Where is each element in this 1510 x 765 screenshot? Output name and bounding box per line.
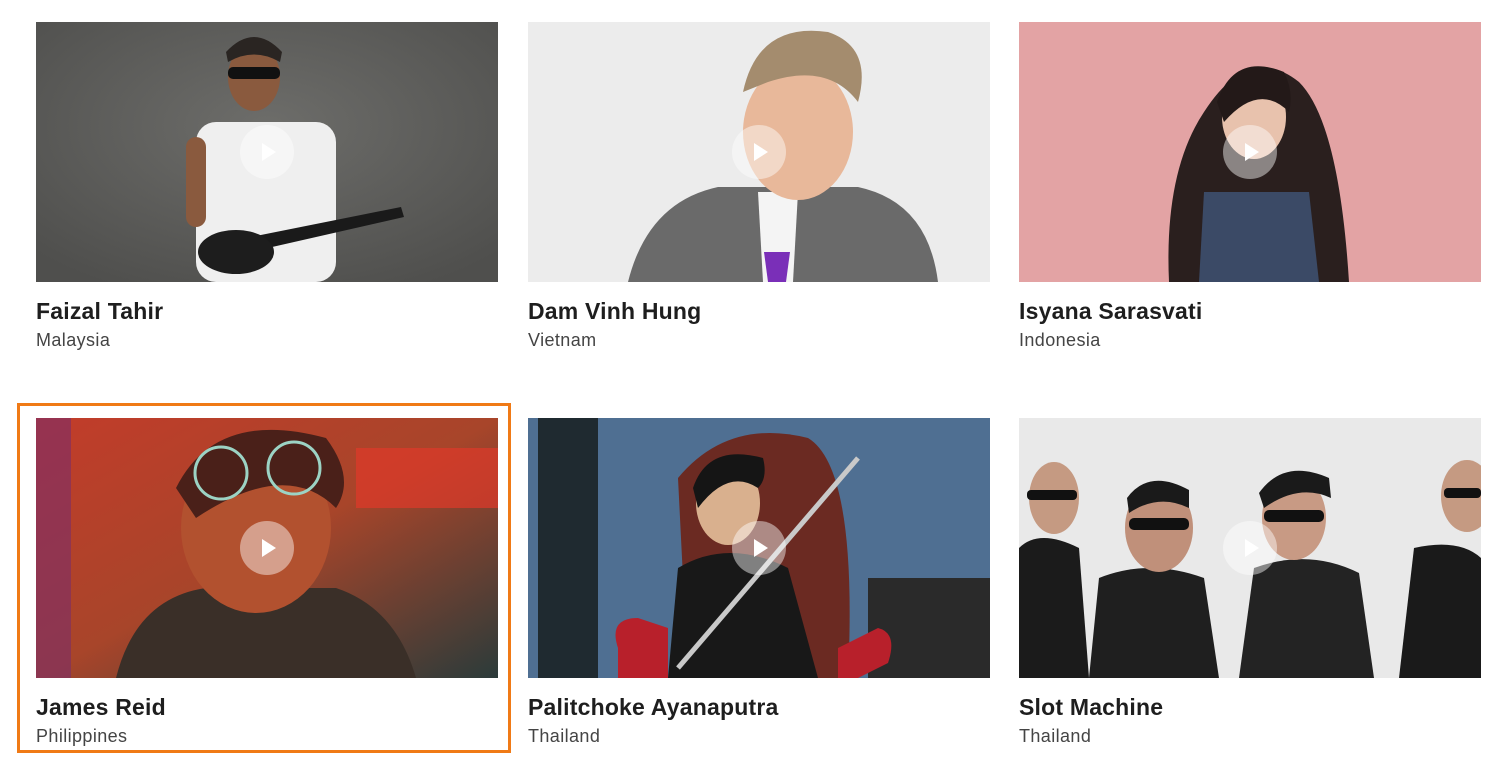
play-icon: [1245, 143, 1259, 161]
artist-card-isyana-sarasvati[interactable]: Isyana Sarasvati Indonesia: [1019, 22, 1481, 350]
artist-country: Vietnam: [528, 330, 597, 350]
artist-card-james-reid[interactable]: James Reid Philippines: [36, 418, 498, 746]
artist-thumbnail[interactable]: [36, 418, 498, 678]
artist-card-dam-vinh-hung[interactable]: Dam Vinh Hung Vietnam: [528, 22, 990, 350]
artist-name[interactable]: Dam Vinh Hung: [528, 298, 701, 325]
artist-name[interactable]: Faizal Tahir: [36, 298, 163, 325]
play-button[interactable]: [240, 125, 294, 179]
artist-name[interactable]: Palitchoke Ayanaputra: [528, 694, 778, 721]
artist-country: Thailand: [528, 726, 601, 746]
artist-country: Malaysia: [36, 330, 111, 350]
artist-card-palitchoke-ayanaputra[interactable]: Palitchoke Ayanaputra Thailand: [528, 418, 990, 746]
play-icon: [262, 539, 276, 557]
play-button[interactable]: [732, 125, 786, 179]
play-icon: [1245, 539, 1259, 557]
play-button[interactable]: [1223, 521, 1277, 575]
play-button[interactable]: [1223, 125, 1277, 179]
play-icon: [754, 539, 768, 557]
play-button[interactable]: [240, 521, 294, 575]
artist-name[interactable]: Isyana Sarasvati: [1019, 298, 1203, 325]
play-icon: [754, 143, 768, 161]
artist-country: Philippines: [36, 726, 128, 746]
play-icon: [262, 143, 276, 161]
artist-name[interactable]: James Reid: [36, 694, 166, 721]
artist-thumbnail[interactable]: [1019, 22, 1481, 282]
artist-thumbnail[interactable]: [1019, 418, 1481, 678]
artist-thumbnail[interactable]: [528, 22, 990, 282]
artist-country: Thailand: [1019, 726, 1092, 746]
artist-card-faizal-tahir[interactable]: Faizal Tahir Malaysia: [36, 22, 498, 350]
artist-thumbnail[interactable]: [36, 22, 498, 282]
artist-country: Indonesia: [1019, 330, 1101, 350]
artist-card-slot-machine[interactable]: Slot Machine Thailand: [1019, 418, 1481, 746]
play-button[interactable]: [732, 521, 786, 575]
artist-thumbnail[interactable]: [528, 418, 990, 678]
artist-name[interactable]: Slot Machine: [1019, 694, 1163, 721]
